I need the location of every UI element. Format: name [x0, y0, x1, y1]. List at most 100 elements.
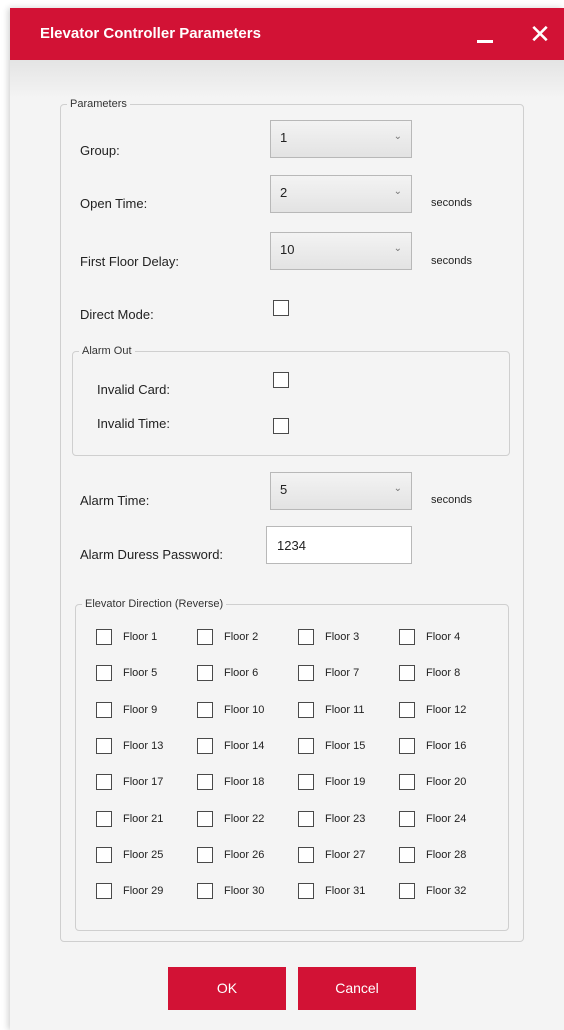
- minimize-icon: [477, 40, 493, 43]
- floor-checkbox-item[interactable]: Floor 30: [197, 882, 297, 902]
- invalid-card-checkbox[interactable]: [273, 372, 289, 388]
- floor-checkbox[interactable]: [96, 665, 112, 681]
- floor-checkbox[interactable]: [96, 774, 112, 790]
- floor-label: Floor 1: [123, 631, 158, 643]
- floor-checkbox[interactable]: [399, 702, 415, 718]
- floor-label: Floor 29: [123, 885, 164, 897]
- floor-checkbox[interactable]: [298, 883, 314, 899]
- floor-label: Floor 11: [325, 704, 365, 716]
- floor-checkbox[interactable]: [197, 883, 213, 899]
- floor-checkbox[interactable]: [96, 811, 112, 827]
- floor-checkbox[interactable]: [96, 847, 112, 863]
- floor-checkbox[interactable]: [197, 702, 213, 718]
- floor-checkbox-item[interactable]: Floor 16: [399, 737, 499, 757]
- floor-checkbox-item[interactable]: Floor 2: [197, 628, 297, 648]
- ok-button[interactable]: OK: [168, 967, 286, 1010]
- floor-checkbox-item[interactable]: Floor 18: [197, 773, 297, 793]
- floor-label: Floor 20: [426, 776, 467, 788]
- elevator-direction-legend: Elevator Direction (Reverse): [85, 598, 224, 610]
- floor-checkbox[interactable]: [399, 738, 415, 754]
- floor-checkbox-item[interactable]: Floor 27: [298, 846, 398, 866]
- floor-checkbox[interactable]: [96, 883, 112, 899]
- close-button[interactable]: ✕: [525, 19, 555, 49]
- floor-checkbox-item[interactable]: Floor 5: [96, 664, 196, 684]
- floor-checkbox-item[interactable]: Floor 9: [96, 701, 196, 721]
- first-floor-delay-select[interactable]: 10 ⌄: [270, 232, 412, 270]
- floor-label: Floor 19: [325, 776, 366, 788]
- chevron-down-icon: ⌄: [393, 131, 402, 142]
- floor-checkbox[interactable]: [298, 702, 314, 718]
- minimize-button[interactable]: [470, 20, 500, 50]
- floor-checkbox[interactable]: [96, 738, 112, 754]
- floor-label: Floor 7: [325, 667, 360, 679]
- floor-checkbox-item[interactable]: Floor 4: [399, 628, 499, 648]
- group-select[interactable]: 1 ⌄: [270, 120, 412, 158]
- floor-label: Floor 16: [426, 740, 467, 752]
- floor-checkbox[interactable]: [298, 629, 314, 645]
- floor-checkbox-item[interactable]: Floor 28: [399, 846, 499, 866]
- floor-checkbox-item[interactable]: Floor 15: [298, 737, 398, 757]
- floor-checkbox-item[interactable]: Floor 32: [399, 882, 499, 902]
- cancel-button[interactable]: Cancel: [298, 967, 416, 1010]
- alarm-time-select[interactable]: 5 ⌄: [270, 472, 412, 510]
- floor-checkbox-item[interactable]: Floor 22: [197, 810, 297, 830]
- floor-checkbox-item[interactable]: Floor 13: [96, 737, 196, 757]
- floor-checkbox-item[interactable]: Floor 12: [399, 701, 499, 721]
- floor-checkbox[interactable]: [298, 738, 314, 754]
- invalid-card-label: Invalid Card:: [97, 382, 170, 397]
- floor-checkbox[interactable]: [197, 738, 213, 754]
- floor-checkbox[interactable]: [298, 847, 314, 863]
- floor-checkbox[interactable]: [399, 847, 415, 863]
- invalid-time-checkbox[interactable]: [273, 418, 289, 434]
- floor-checkbox-item[interactable]: Floor 23: [298, 810, 398, 830]
- floor-checkbox[interactable]: [197, 811, 213, 827]
- floor-checkbox-item[interactable]: Floor 25: [96, 846, 196, 866]
- floor-checkbox-item[interactable]: Floor 17: [96, 773, 196, 793]
- invalid-time-label: Invalid Time:: [97, 416, 170, 431]
- alarm-time-label: Alarm Time:: [80, 493, 150, 508]
- floor-checkbox-item[interactable]: Floor 8: [399, 664, 499, 684]
- alarm-duress-password-input[interactable]: [266, 526, 412, 564]
- floor-checkbox[interactable]: [399, 883, 415, 899]
- floor-checkbox[interactable]: [399, 629, 415, 645]
- chevron-down-icon: ⌄: [393, 186, 402, 197]
- first-floor-delay-label: First Floor Delay:: [80, 254, 179, 269]
- header-band: [10, 60, 564, 98]
- floor-checkbox-item[interactable]: Floor 19: [298, 773, 398, 793]
- floor-checkbox[interactable]: [298, 665, 314, 681]
- open-time-unit: seconds: [431, 197, 472, 209]
- floor-checkbox-item[interactable]: Floor 24: [399, 810, 499, 830]
- floor-checkbox-item[interactable]: Floor 3: [298, 628, 398, 648]
- floor-checkbox[interactable]: [197, 665, 213, 681]
- floor-checkbox-item[interactable]: Floor 26: [197, 846, 297, 866]
- floor-checkbox[interactable]: [197, 774, 213, 790]
- first-floor-delay-unit: seconds: [431, 255, 472, 267]
- floor-checkbox[interactable]: [399, 811, 415, 827]
- floor-checkbox-item[interactable]: Floor 10: [197, 701, 297, 721]
- floor-checkbox-item[interactable]: Floor 31: [298, 882, 398, 902]
- floor-checkbox[interactable]: [399, 774, 415, 790]
- floor-checkbox-item[interactable]: Floor 1: [96, 628, 196, 648]
- floor-checkbox-item[interactable]: Floor 7: [298, 664, 398, 684]
- floor-checkbox-item[interactable]: Floor 14: [197, 737, 297, 757]
- floor-checkbox[interactable]: [298, 774, 314, 790]
- direct-mode-checkbox[interactable]: [273, 300, 289, 316]
- floor-checkbox[interactable]: [197, 847, 213, 863]
- open-time-select[interactable]: 2 ⌄: [270, 175, 412, 213]
- floor-checkbox-item[interactable]: Floor 11: [298, 701, 398, 721]
- floor-checkbox[interactable]: [96, 629, 112, 645]
- floor-checkbox-item[interactable]: Floor 6: [197, 664, 297, 684]
- floor-checkbox-item[interactable]: Floor 29: [96, 882, 196, 902]
- open-time-label: Open Time:: [80, 196, 148, 211]
- floor-checkbox-item[interactable]: Floor 20: [399, 773, 499, 793]
- floor-label: Floor 8: [426, 667, 461, 679]
- floor-checkbox[interactable]: [96, 702, 112, 718]
- alarm-time-value: 5: [280, 482, 288, 497]
- floor-checkbox-item[interactable]: Floor 21: [96, 810, 196, 830]
- close-icon: ✕: [529, 19, 551, 49]
- floor-checkbox[interactable]: [298, 811, 314, 827]
- floor-checkbox[interactable]: [399, 665, 415, 681]
- floor-label: Floor 17: [123, 776, 164, 788]
- floor-label: Floor 12: [426, 704, 467, 716]
- floor-checkbox[interactable]: [197, 629, 213, 645]
